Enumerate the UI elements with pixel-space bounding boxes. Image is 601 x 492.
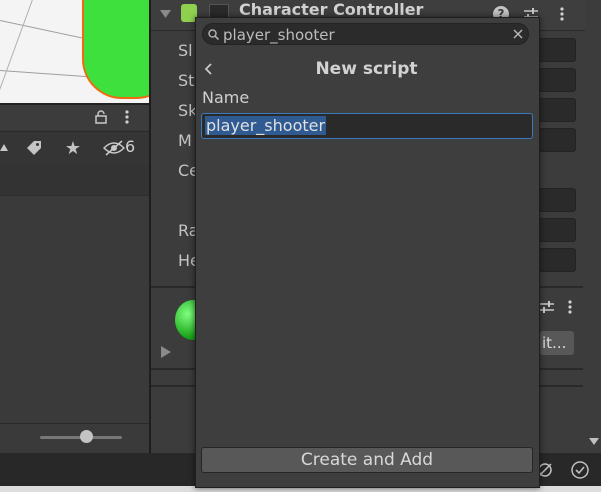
edit-button[interactable]: it...	[540, 331, 574, 355]
create-and-add-button[interactable]: Create and Add	[201, 447, 533, 473]
popup-title: New script	[315, 59, 418, 79]
inspector-value-field[interactable]	[538, 218, 576, 242]
kebab-menu-icon[interactable]	[555, 6, 569, 22]
inspector-value-field[interactable]	[538, 248, 576, 272]
inspector-value-field[interactable]	[538, 128, 576, 152]
close-icon[interactable]	[511, 27, 525, 41]
name-label: Name	[202, 88, 250, 107]
inspector-value-field[interactable]	[538, 68, 576, 92]
inspector-field-label: St	[178, 71, 195, 90]
preset-icon[interactable]	[539, 299, 555, 315]
foldout-arrow-icon[interactable]	[159, 344, 173, 360]
script-name-input[interactable]: player_shooter	[201, 113, 533, 139]
inspector-field-label: M	[178, 131, 192, 150]
kebab-menu-icon[interactable]	[563, 299, 577, 315]
project-tree[interactable]	[0, 165, 149, 195]
triangle-up-icon[interactable]	[0, 138, 8, 158]
inspector-field-label: Sl	[178, 41, 193, 60]
scene-grid-line	[0, 0, 35, 104]
zoom-slider-thumb[interactable]	[80, 430, 93, 443]
search-icon	[207, 27, 219, 41]
inspector-value-field[interactable]	[538, 38, 576, 62]
project-toolbar: ★ 6	[0, 131, 149, 166]
eye-slash-icon[interactable]	[103, 138, 125, 158]
hidden-count: 6	[125, 137, 136, 156]
project-assets-list[interactable]	[0, 195, 149, 424]
scene-view[interactable]	[0, 0, 149, 104]
capsule-object[interactable]	[82, 0, 149, 99]
project-panel-header	[0, 105, 149, 130]
scroll-down-icon[interactable]	[588, 436, 600, 446]
lock-icon[interactable]	[92, 108, 110, 126]
tag-icon[interactable]	[24, 138, 44, 158]
inspector-value-field[interactable]	[538, 188, 576, 212]
star-icon[interactable]: ★	[63, 138, 83, 159]
selected-text: player_shooter	[205, 116, 327, 135]
checkmark-icon[interactable]	[570, 460, 590, 480]
inspector-value-field[interactable]	[538, 98, 576, 122]
search-input[interactable]: player_shooter	[202, 23, 529, 45]
foldout-arrow-icon[interactable]	[159, 7, 171, 21]
kebab-menu-icon[interactable]	[118, 108, 136, 126]
